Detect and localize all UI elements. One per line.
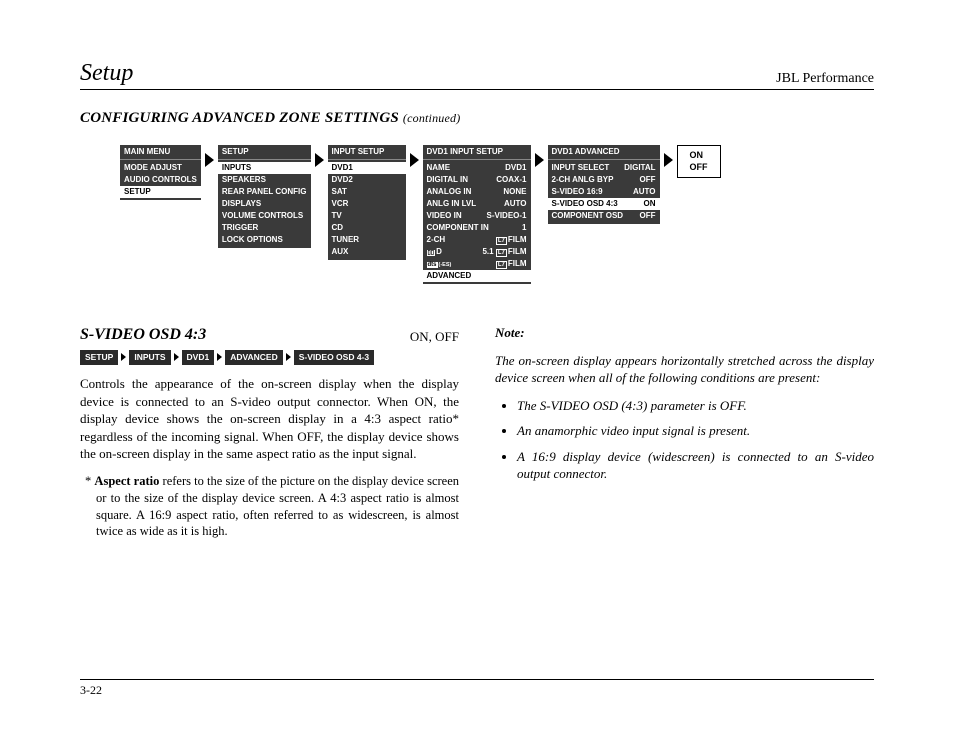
- menu-item: AUX: [328, 246, 406, 258]
- crumb: SETUP: [80, 350, 118, 365]
- section-continued: (continued): [403, 111, 461, 125]
- menu-item: MODE ADJUST: [120, 162, 201, 174]
- menu-title: SETUP: [218, 145, 311, 160]
- crumb: S-VIDEO OSD 4-3: [294, 350, 374, 365]
- chevron-right-icon: [205, 153, 214, 167]
- page-header: Setup JBL Performance: [80, 60, 874, 90]
- menu-kv: 2-CH L7FILM: [423, 234, 531, 246]
- page-footer: 3-22: [80, 679, 874, 698]
- menu-main: MAIN MENU MODE ADJUST AUDIO CONTROLS SET…: [120, 145, 201, 200]
- param-header: S-VIDEO OSD 4:3 ON, OFF: [80, 324, 459, 346]
- section-title: CONFIGURING ADVANCED ZONE SETTINGS (cont…: [80, 110, 874, 127]
- header-left: Setup: [80, 60, 133, 87]
- param-options: ON, OFF: [410, 328, 459, 346]
- menu-item: TV: [328, 210, 406, 222]
- option: ON: [690, 150, 708, 162]
- note-intro: The on-screen display appears horizontal…: [495, 352, 874, 387]
- param-name: S-VIDEO OSD 4:3: [80, 324, 206, 346]
- note-item: The S-VIDEO OSD (4:3) parameter is OFF.: [517, 397, 874, 415]
- menu-item: AUDIO CONTROLS: [120, 174, 201, 186]
- menu-item: SAT: [328, 186, 406, 198]
- chevron-right-icon: [174, 353, 179, 361]
- menu-kv: S-VIDEO 16:9AUTO: [548, 186, 660, 198]
- menu-item: TRIGGER: [218, 222, 311, 234]
- note-item: An anamorphic video input signal is pres…: [517, 422, 874, 440]
- chevron-right-icon: [286, 353, 291, 361]
- menu-dvd1-advanced: DVD1 ADVANCED INPUT SELECTDIGITAL 2-CH A…: [548, 145, 660, 224]
- menu-item: TUNER: [328, 234, 406, 246]
- menu-kv: ▯▯D 5.1 L7FILM: [423, 246, 531, 258]
- menu-item: DVD2: [328, 174, 406, 186]
- menu-kv: COMPONENT IN1: [423, 222, 531, 234]
- right-column: Note: The on-screen display appears hori…: [495, 324, 874, 550]
- menu-item-selected: ADVANCED: [423, 270, 531, 282]
- breadcrumb: SETUP INPUTS DVD1 ADVANCED S-VIDEO OSD 4…: [80, 350, 459, 365]
- menu-item: VCR: [328, 198, 406, 210]
- paragraph: Controls the appearance of the on-screen…: [80, 375, 459, 463]
- menu-kv: 2-CH ANLG BYPOFF: [548, 174, 660, 186]
- page-number: 3-22: [80, 683, 102, 697]
- menu-dvd1-input-setup: DVD1 INPUT SETUP NAMEDVD1 DIGITAL INCOAX…: [423, 145, 531, 284]
- menu-kv: COMPONENT OSDOFF: [548, 210, 660, 222]
- menu-title: INPUT SETUP: [328, 145, 406, 160]
- dolby-icon: ▯▯: [427, 250, 436, 256]
- menu-kv: ANLG IN LVLAUTO: [423, 198, 531, 210]
- menu-kv: NAMEDVD1: [423, 162, 531, 174]
- chevron-right-icon: [664, 153, 673, 167]
- menu-item-selected: INPUTS: [218, 162, 311, 174]
- logic7-icon: L7: [496, 237, 507, 245]
- menu-item-selected: DVD1: [328, 162, 406, 174]
- menu-flow: MAIN MENU MODE ADJUST AUDIO CONTROLS SET…: [120, 145, 874, 284]
- menu-kv: INPUT SELECTDIGITAL: [548, 162, 660, 174]
- note-heading: Note:: [495, 324, 874, 342]
- note-list: The S-VIDEO OSD (4:3) parameter is OFF. …: [495, 397, 874, 483]
- footnote: * Aspect ratio refers to the size of the…: [80, 473, 459, 541]
- menu-item-selected: SETUP: [120, 186, 201, 198]
- menu-input-setup: INPUT SETUP DVD1 DVD2 SAT VCR TV CD TUNE…: [328, 145, 406, 260]
- menu-item: LOCK OPTIONS: [218, 234, 311, 246]
- logic7-icon: L7: [496, 249, 507, 257]
- menu-kv: ANALOG INNONE: [423, 186, 531, 198]
- note-item: A 16:9 display device (widescreen) is co…: [517, 448, 874, 483]
- menu-item: VOLUME CONTROLS: [218, 210, 311, 222]
- chevron-right-icon: [315, 153, 324, 167]
- menu-kv: DIGITAL INCOAX-1: [423, 174, 531, 186]
- chevron-right-icon: [121, 353, 126, 361]
- chevron-right-icon: [535, 153, 544, 167]
- crumb: ADVANCED: [225, 350, 283, 365]
- header-right: JBL Performance: [776, 71, 874, 87]
- menu-item: REAR PANEL CONFIG: [218, 186, 311, 198]
- menu-kv: VIDEO INS-VIDEO-1: [423, 210, 531, 222]
- menu-kv-selected: S-VIDEO OSD 4:3ON: [548, 198, 660, 210]
- menu-title: MAIN MENU: [120, 145, 201, 160]
- menu-item: DISPLAYS: [218, 198, 311, 210]
- crumb: DVD1: [182, 350, 215, 365]
- option: OFF: [690, 162, 708, 174]
- menu-item: CD: [328, 222, 406, 234]
- left-column: S-VIDEO OSD 4:3 ON, OFF SETUP INPUTS DVD…: [80, 324, 459, 550]
- crumb: INPUTS: [129, 350, 170, 365]
- chevron-right-icon: [217, 353, 222, 361]
- body-columns: S-VIDEO OSD 4:3 ON, OFF SETUP INPUTS DVD…: [80, 324, 874, 550]
- menu-title: DVD1 ADVANCED: [548, 145, 660, 160]
- menu-title: DVD1 INPUT SETUP: [423, 145, 531, 160]
- menu-item: SPEAKERS: [218, 174, 311, 186]
- option-box: ON OFF: [677, 145, 721, 178]
- menu-kv: dts(-ES) L7FILM: [423, 258, 531, 270]
- menu-setup: SETUP INPUTS SPEAKERS REAR PANEL CONFIG …: [218, 145, 311, 248]
- dts-icon: dts: [427, 262, 438, 268]
- section-title-text: CONFIGURING ADVANCED ZONE SETTINGS: [80, 110, 399, 126]
- logic7-icon: L7: [496, 261, 507, 269]
- chevron-right-icon: [410, 153, 419, 167]
